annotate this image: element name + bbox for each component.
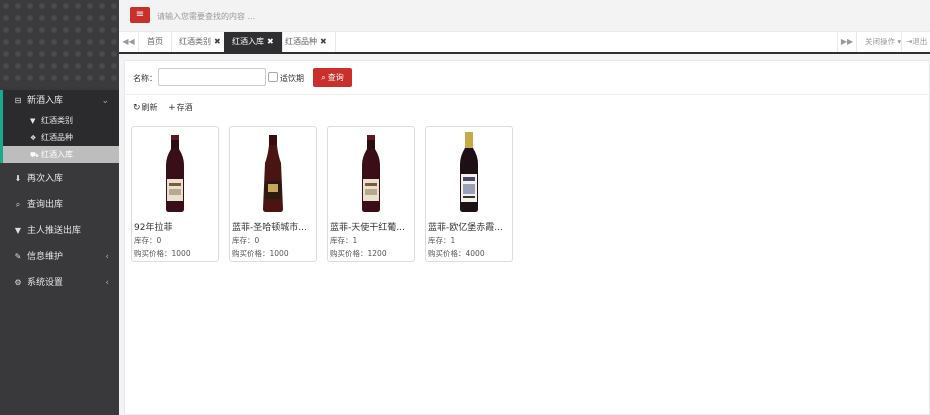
- global-search-input[interactable]: [157, 8, 457, 24]
- refresh-icon: ↻: [133, 103, 141, 113]
- filter-bar: 名称： 适饮期 ⌕ 查询: [125, 61, 929, 95]
- product-price: 购买价格：1000: [232, 249, 289, 258]
- product-card[interactable]: 蓝菲-圣哈顿城市... 库存：0 购买价格：1000: [229, 126, 317, 262]
- sidebar-subitem-label: 红酒入库: [41, 150, 73, 159]
- gear-icon: ⚙: [14, 278, 22, 287]
- top-bar: ≡: [119, 0, 930, 32]
- minus-square-icon: ⊟: [14, 96, 22, 105]
- refresh-label: 刷新: [141, 103, 158, 112]
- name-label: 名称：: [133, 74, 157, 83]
- product-name: 蓝菲-圣哈顿城市...: [232, 223, 307, 233]
- store-wine-label: 存酒: [176, 103, 193, 112]
- filter-icon: ▼: [30, 117, 36, 125]
- tab-scroll-right-button[interactable]: ▶▶: [837, 32, 857, 52]
- sidebar-item-label: 新酒入库: [27, 96, 64, 106]
- tab-scroll-left-button[interactable]: ◀◀: [119, 32, 139, 52]
- product-stock: 库存：0: [134, 236, 162, 245]
- wine-bottle-image: [263, 135, 283, 212]
- product-stock: 库存：1: [428, 236, 456, 245]
- cubes-icon: ❖: [30, 134, 37, 142]
- sidebar-item-restock[interactable]: ⬇ 再次入库: [0, 166, 119, 192]
- close-ops-label: 关闭操作: [865, 37, 895, 46]
- tab-label: 首页: [147, 37, 163, 46]
- filter-icon: ▼: [14, 226, 22, 235]
- sidebar-item-label: 再次入库: [27, 174, 64, 184]
- product-name: 蓝菲-欧亿堡赤霞...: [428, 223, 503, 233]
- product-price: 购买价格：4000: [428, 249, 485, 258]
- sidebar-header-pattern: [0, 0, 119, 87]
- name-input[interactable]: [158, 68, 266, 86]
- sidebar-item-label: 主人推送出库: [27, 226, 82, 236]
- product-price: 购买价格：1000: [134, 249, 191, 258]
- product-price: 购买价格：1200: [330, 249, 387, 258]
- sidebar-item-label: 信息维护: [27, 252, 64, 262]
- close-icon[interactable]: ✖: [267, 37, 274, 46]
- product-stock: 库存：0: [232, 236, 260, 245]
- sidebar-submenu: ▼ 红酒类别 ❖ 红酒品种 ⛟ 红酒入库: [0, 112, 119, 163]
- drinking-period-label: 适饮期: [280, 74, 304, 83]
- cart-icon: ⛟: [30, 151, 39, 159]
- edit-icon: ✎: [14, 252, 22, 261]
- chevron-down-icon: ⌄: [101, 96, 109, 106]
- tab-wine-storage[interactable]: 红酒入库 ✖: [224, 32, 283, 52]
- sidebar-subitem-wine-category[interactable]: ▼ 红酒类别: [3, 112, 119, 129]
- sidebar-subitem-label: 红酒类别: [41, 116, 73, 125]
- sidebar-item-info-maintenance[interactable]: ✎ 信息维护 ‹: [0, 244, 119, 270]
- search-icon: ⌕: [321, 73, 326, 82]
- sidebar-item-query-outbound[interactable]: ⌕ 查询出库: [0, 192, 119, 218]
- product-card[interactable]: 蓝菲-天使干红葡... 库存：1 购买价格：1200: [327, 126, 415, 262]
- tab-label: 红酒入库: [232, 37, 264, 46]
- sidebar-subitem-wine-variety[interactable]: ❖ 红酒品种: [3, 129, 119, 146]
- tab-home[interactable]: 首页: [139, 32, 172, 52]
- tab-label: 红酒类别: [179, 37, 211, 46]
- store-wine-button[interactable]: +存酒: [168, 102, 193, 113]
- refresh-button[interactable]: ↻刷新: [133, 102, 158, 113]
- sidebar-item-label: 查询出库: [27, 200, 64, 210]
- sidebar-subitem-wine-storage[interactable]: ⛟ 红酒入库: [3, 146, 119, 163]
- menu-toggle-button[interactable]: ≡: [130, 7, 150, 23]
- sidebar-item-owner-push-outbound[interactable]: ▼ 主人推送出库: [0, 218, 119, 244]
- tab-bar: ◀◀ 首页 红酒类别 ✖ 红酒入库 ✖ 红酒品种 ✖ ▶▶ 关闭操作 ▾ ⇥退出: [119, 32, 930, 54]
- product-name: 蓝菲-天使干红葡...: [330, 223, 405, 233]
- download-icon: ⬇: [14, 174, 22, 183]
- product-name: 92年拉菲: [134, 223, 173, 233]
- chevron-left-icon: ‹: [105, 278, 109, 288]
- query-label: 查询: [327, 73, 344, 82]
- plus-icon: +: [168, 103, 176, 113]
- tab-wine-category[interactable]: 红酒类别 ✖: [171, 32, 230, 52]
- sidebar-item-label: 系统设置: [27, 278, 64, 288]
- wine-bottle-image: [166, 135, 184, 212]
- content-panel: 名称： 适饮期 ⌕ 查询 ↻刷新 +存酒 92年拉菲 库存：0 购买价格：1000: [124, 60, 930, 415]
- sidebar-subitem-label: 红酒品种: [41, 133, 73, 142]
- action-toolbar: ↻刷新 +存酒: [133, 102, 201, 114]
- logout-label: 退出: [912, 37, 928, 46]
- query-button[interactable]: ⌕ 查询: [313, 68, 352, 87]
- sidebar-item-system-settings[interactable]: ⚙ 系统设置 ‹: [0, 270, 119, 296]
- product-stock: 库存：1: [330, 236, 358, 245]
- product-card[interactable]: 92年拉菲 库存：0 购买价格：1000: [131, 126, 219, 262]
- hamburger-icon: ≡: [135, 9, 145, 20]
- drinking-period-checkbox[interactable]: [268, 72, 278, 82]
- tab-label: 红酒品种: [285, 37, 317, 46]
- chevron-left-icon: ‹: [105, 252, 109, 262]
- wine-bottle-image: [460, 132, 478, 212]
- sidebar: ⊟ 新酒入库 ⌄ ▼ 红酒类别 ❖ 红酒品种 ⛟ 红酒入库 ⬇ 再次入库 ⌕ 查询出库 ▼ 主…: [0, 0, 119, 415]
- search-icon: ⌕: [15, 200, 21, 209]
- close-icon[interactable]: ✖: [320, 37, 327, 46]
- double-chevron-right-icon: ▶▶: [840, 37, 854, 46]
- close-icon[interactable]: ✖: [214, 37, 221, 46]
- sidebar-item-new-wine-storage[interactable]: ⊟ 新酒入库 ⌄: [0, 90, 119, 112]
- logout-button[interactable]: ⇥退出: [901, 32, 930, 52]
- close-operations-dropdown[interactable]: 关闭操作 ▾: [859, 32, 901, 52]
- tab-wine-variety[interactable]: 红酒品种 ✖: [277, 32, 336, 52]
- product-card[interactable]: 蓝菲-欧亿堡赤霞... 库存：1 购买价格：4000: [425, 126, 513, 262]
- double-chevron-left-icon: ◀◀: [122, 37, 135, 46]
- wine-bottle-image: [362, 135, 380, 212]
